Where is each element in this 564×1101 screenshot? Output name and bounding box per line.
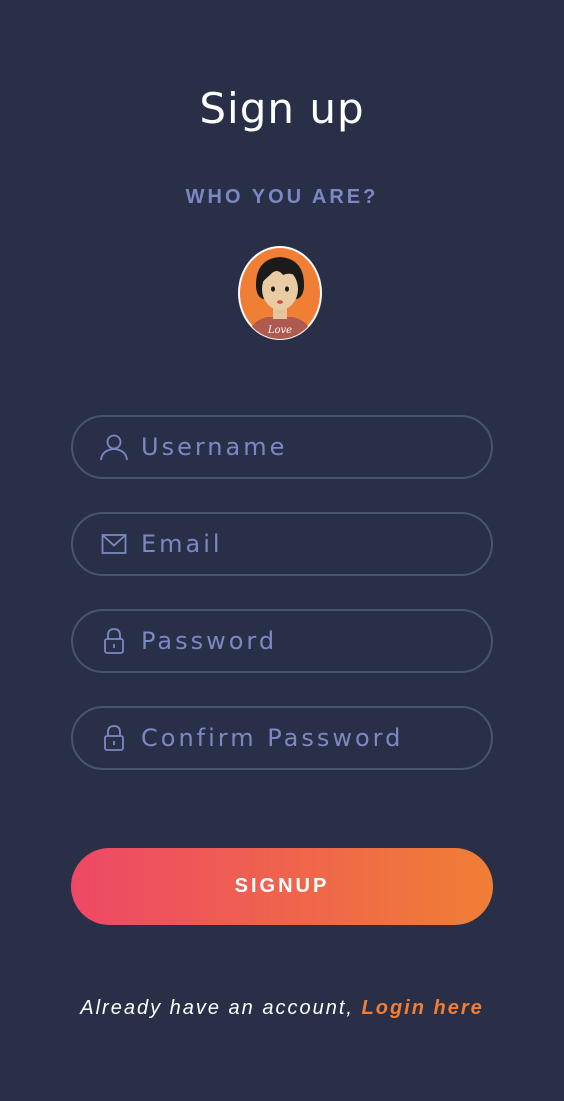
username-field[interactable] [71, 415, 493, 479]
password-input[interactable] [141, 627, 467, 655]
signup-button[interactable]: SIGNUP [71, 848, 493, 925]
avatar-shirt-text: Love [267, 325, 292, 336]
lock-icon [99, 626, 129, 656]
envelope-icon [99, 529, 129, 559]
login-prompt: Already have an account, Login here [0, 997, 564, 1020]
confirm-password-field[interactable] [71, 706, 493, 770]
confirm-password-input[interactable] [141, 724, 467, 752]
page-title: Sign up [199, 84, 365, 133]
email-input[interactable] [141, 530, 467, 558]
password-field[interactable] [71, 609, 493, 673]
user-icon [99, 432, 129, 462]
login-prompt-text: Already have an account, [80, 997, 354, 1019]
avatar[interactable]: Love [237, 245, 323, 341]
lock-icon [99, 723, 129, 753]
avatar-icon: Love [238, 246, 322, 340]
email-field[interactable] [71, 512, 493, 576]
page-subtitle: WHO YOU ARE? [185, 186, 379, 208]
username-input[interactable] [141, 433, 467, 461]
login-link[interactable]: Login here [362, 997, 484, 1019]
